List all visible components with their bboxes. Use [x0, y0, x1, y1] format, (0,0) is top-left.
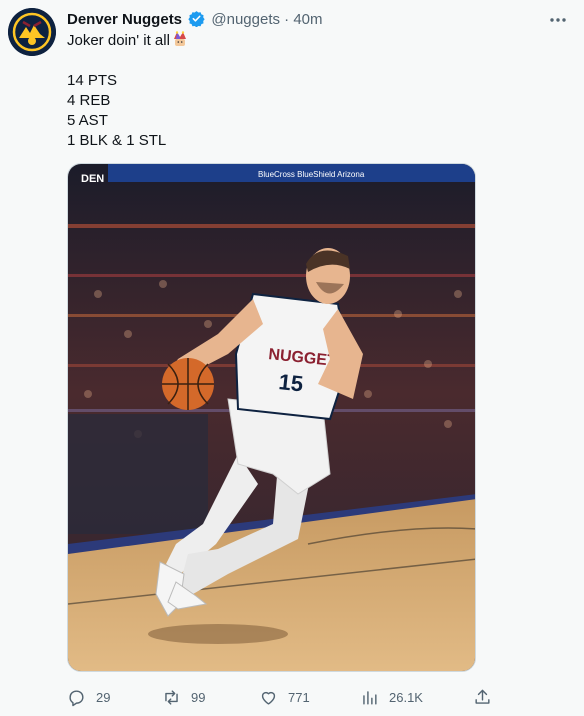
tweet-line-pts: 14 PTS [67, 72, 118, 89]
nuggets-logo [8, 8, 56, 56]
den-vertical-logo: DEN [81, 173, 104, 185]
tweet-line-ast: 5 AST [67, 112, 108, 129]
retweet-count: 99 [191, 689, 206, 705]
reply-count: 29 [96, 689, 111, 705]
share-button[interactable] [473, 686, 502, 708]
reply-icon [69, 689, 84, 706]
like-count: 771 [288, 689, 310, 705]
avatar[interactable] [8, 8, 56, 56]
basketball-player-photo: BlueCross BlueShield Arizona DEN NUGGETS… [68, 164, 475, 671]
author-name[interactable]: Denver Nuggets [67, 11, 182, 28]
share-icon [475, 689, 490, 704]
more-options-icon[interactable] [548, 10, 568, 30]
tweet-line-blk-stl: 1 BLK & 1 STL [67, 132, 167, 149]
separator-dot: · [284, 11, 290, 28]
views-count: 26.1K [389, 689, 423, 705]
retweet-icon [165, 689, 178, 705]
tweet-text: Joker doin' it all 14 PTS 4 REB 5 AST 1 … [67, 31, 188, 151]
reply-button[interactable]: 29 [67, 686, 110, 708]
tweet-actions: 29 99 771 26.1K [67, 686, 497, 708]
jersey-number-text: 15 [277, 369, 304, 396]
tweet-timestamp[interactable]: 40m [293, 11, 322, 28]
retweet-button[interactable]: 99 [162, 686, 205, 708]
tweet-header: Denver Nuggets @nuggets · 40m [67, 10, 323, 30]
tweet-line-reb: 4 REB [67, 92, 111, 109]
author-handle[interactable]: @nuggets [211, 11, 280, 28]
arena-banner-text: BlueCross BlueShield Arizona [258, 170, 365, 179]
views-button[interactable]: 26.1K [360, 686, 423, 708]
tweet-line-1: Joker doin' it all [67, 31, 188, 51]
verified-badge-icon [188, 11, 205, 27]
like-button[interactable]: 771 [259, 686, 310, 708]
tweet-photo[interactable]: BlueCross BlueShield Arizona DEN NUGGETS… [67, 163, 476, 672]
joker-emoji-icon [173, 31, 186, 46]
views-chart-icon [363, 690, 377, 705]
heart-icon [261, 691, 276, 705]
